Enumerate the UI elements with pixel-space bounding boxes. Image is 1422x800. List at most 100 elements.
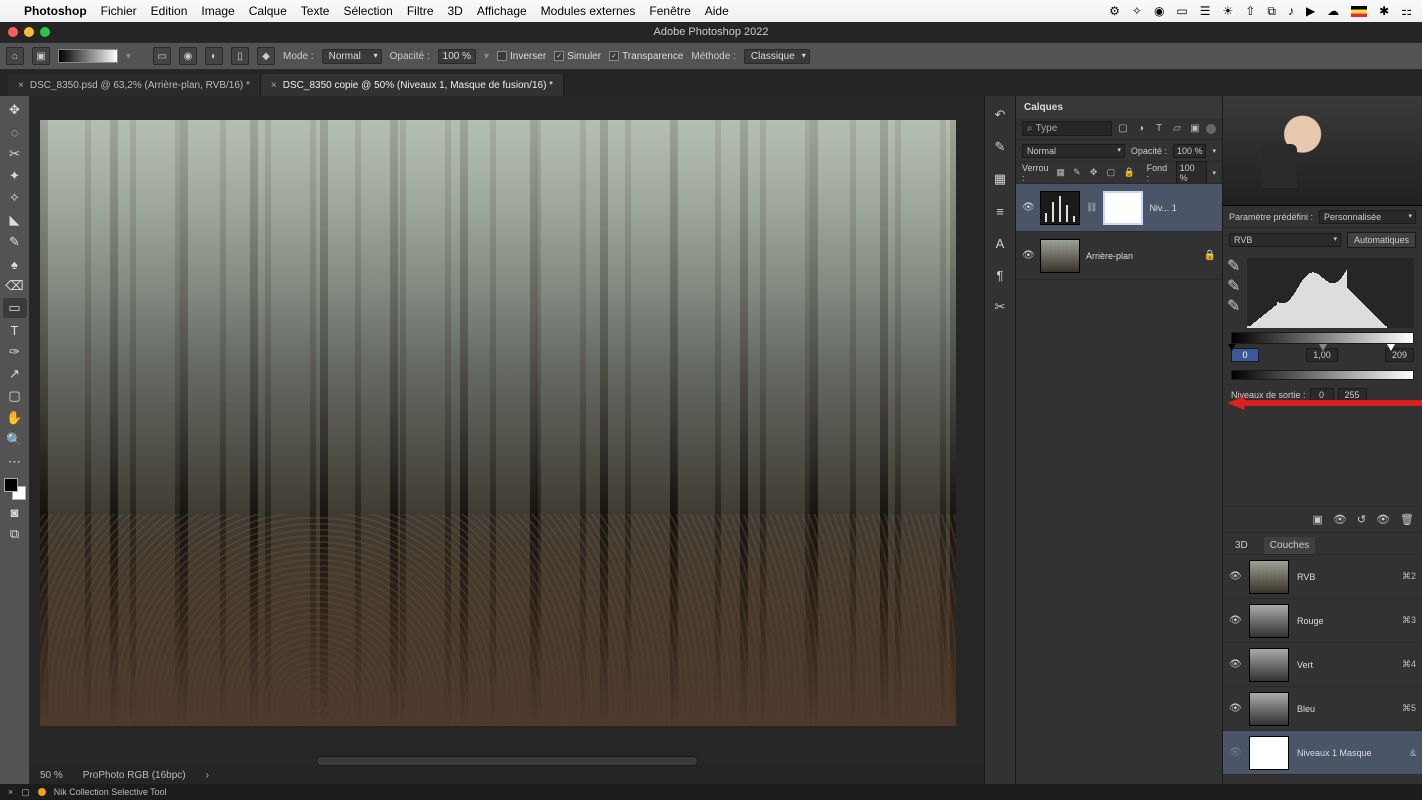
midtone-handle[interactable] (1319, 344, 1327, 351)
hand-tool-icon[interactable]: ✋ (3, 408, 27, 428)
eyedropper-tool-icon[interactable]: ◣ (3, 210, 27, 230)
zoom-tool-icon[interactable]: 🔍 (3, 430, 27, 450)
tab-3d[interactable]: 3D (1229, 537, 1254, 554)
channel-row[interactable]: 👁 Vert ⌘4 (1223, 643, 1422, 687)
visibility-icon[interactable]: 👁 (1022, 250, 1034, 262)
expand-icon[interactable]: ▢ (21, 787, 30, 798)
minimize-button[interactable] (24, 27, 34, 37)
tab-couches[interactable]: Couches (1264, 537, 1315, 554)
edit-toolbar-icon[interactable]: ⋯ (3, 452, 27, 472)
input-levels-slider[interactable] (1231, 332, 1414, 344)
filter-smart-icon[interactable]: ▣ (1188, 122, 1202, 136)
inverse-check[interactable]: Inverser (497, 51, 546, 62)
document-canvas[interactable] (40, 120, 956, 726)
document-tab[interactable]: ×DSC_8350.psd @ 63,2% (Arrière-plan, RVB… (8, 74, 261, 96)
tray-icon[interactable]: ⇧ (1245, 4, 1255, 18)
zoom-level[interactable]: 50 % (40, 770, 63, 781)
auto-button[interactable]: Automatiques (1347, 232, 1416, 248)
fg-bg-swatch[interactable] (4, 478, 26, 500)
tray-icon[interactable]: ☰ (1200, 4, 1211, 18)
tray-icon[interactable]: ✧ (1132, 4, 1142, 18)
actions-icon[interactable]: ✂ (991, 298, 1009, 316)
grad-angle-icon[interactable]: ◐ (205, 47, 223, 65)
gradient-tool-icon[interactable]: ▭ (3, 298, 27, 318)
clip-icon[interactable]: ▣ (1312, 513, 1322, 526)
highlight-handle[interactable] (1387, 344, 1395, 351)
visibility-icon[interactable]: 👁 (1229, 659, 1241, 671)
visibility-icon[interactable]: 👁 (1229, 747, 1241, 759)
grad-diamond-icon[interactable]: ◆ (257, 47, 275, 65)
toggle-visibility-icon[interactable]: 👁 (1376, 513, 1390, 526)
menu-calque[interactable]: Calque (249, 4, 287, 18)
filter-shape-icon[interactable]: ▱ (1170, 122, 1184, 136)
marquee-tool-icon[interactable]: ◌ (3, 122, 27, 142)
black-point-picker-icon[interactable]: ✎ (1227, 256, 1241, 270)
tray-icon[interactable]: ☁ (1327, 4, 1339, 18)
lock-all-icon[interactable]: 🔒 (1123, 167, 1134, 179)
tray-icon[interactable]: ▭ (1176, 4, 1187, 18)
layer-thumb[interactable] (1040, 239, 1080, 273)
opacity-value[interactable]: 100 % (1173, 144, 1207, 158)
character-icon[interactable]: A (991, 234, 1009, 252)
swatches-icon[interactable]: ▦ (991, 170, 1009, 188)
adjustment-thumb[interactable] (1040, 191, 1080, 225)
white-point-picker-icon[interactable]: ✎ (1227, 296, 1241, 310)
quickmask-icon[interactable]: ◙ (3, 502, 27, 522)
brush-tool-icon[interactable]: ✎ (3, 232, 27, 252)
tray-icon[interactable]: ⧉ (1267, 4, 1276, 19)
filter-type-icon[interactable]: T (1152, 122, 1166, 136)
chevron-right-icon[interactable]: › (206, 770, 209, 781)
menubar-app[interactable]: Photoshop (24, 4, 87, 18)
grad-linear-icon[interactable]: ▭ (153, 47, 171, 65)
gradient-tool-icon[interactable]: ▣ (32, 47, 50, 65)
mode-select[interactable]: Normal (322, 49, 382, 64)
layer-name[interactable]: Arrière-plan (1086, 251, 1133, 261)
control-center-icon[interactable]: ⚏ (1401, 4, 1412, 18)
menu-texte[interactable]: Texte (301, 4, 330, 18)
menu-affichage[interactable]: Affichage (477, 4, 527, 18)
document-tab[interactable]: ×DSC_8350 copie @ 50% (Niveaux 1, Masque… (261, 74, 564, 96)
layer-name[interactable]: Niv... 1 (1149, 203, 1176, 213)
bottom-tool-label[interactable]: Nik Collection Selective Tool (54, 787, 167, 797)
gradient-swatch[interactable] (58, 49, 118, 63)
menu-filtre[interactable]: Filtre (407, 4, 434, 18)
crop-tool-icon[interactable]: ✧ (3, 188, 27, 208)
visibility-icon[interactable]: 👁 (1229, 571, 1241, 583)
filter-toggle[interactable] (1206, 124, 1216, 134)
bluetooth-icon[interactable]: ✱ (1379, 4, 1389, 18)
wand-tool-icon[interactable]: ✦ (3, 166, 27, 186)
chevron-down-icon[interactable]: ▾ (1213, 169, 1217, 177)
path-tool-icon[interactable]: ↗ (3, 364, 27, 384)
properties-icon[interactable]: ≡ (991, 202, 1009, 220)
close-icon[interactable]: × (18, 80, 24, 91)
menu-fenetre[interactable]: Fenêtre (649, 4, 690, 18)
menu-aide[interactable]: Aide (705, 4, 729, 18)
flag-icon[interactable] (1351, 6, 1367, 17)
pen-tool-icon[interactable]: ✑ (3, 342, 27, 362)
channel-select[interactable]: RVB (1229, 233, 1341, 247)
visibility-icon[interactable]: 👁 (1022, 202, 1034, 214)
filter-pixel-icon[interactable]: ▢ (1116, 122, 1130, 136)
channel-row[interactable]: 👁 Bleu ⌘5 (1223, 687, 1422, 731)
chevron-down-icon[interactable]: ▾ (1212, 147, 1216, 155)
eraser-tool-icon[interactable]: ⌫ (3, 276, 27, 296)
menu-fichier[interactable]: Fichier (101, 4, 137, 18)
horizontal-scrollbar[interactable] (316, 756, 698, 766)
tray-icon[interactable]: ⚙ (1109, 4, 1120, 18)
rect-tool-icon[interactable]: ▢ (3, 386, 27, 406)
lock-transparency-icon[interactable]: ▦ (1056, 167, 1067, 179)
stamp-tool-icon[interactable]: ♠ (3, 254, 27, 274)
layer-row[interactable]: 👁 Arrière-plan 🔒 (1016, 232, 1222, 280)
layers-panel-title[interactable]: Calques (1016, 96, 1222, 118)
history-icon[interactable]: ↶ (991, 106, 1009, 124)
channel-row[interactable]: 👁 Rouge ⌘3 (1223, 599, 1422, 643)
opacity-value[interactable]: 100 % (438, 49, 476, 64)
grad-radial-icon[interactable]: ◉ (179, 47, 197, 65)
output-levels-slider[interactable] (1231, 370, 1414, 380)
tray-icon[interactable]: ◉ (1154, 4, 1164, 18)
grad-reflected-icon[interactable]: ▯ (231, 47, 249, 65)
canvas-area[interactable]: 50 % ProPhoto RGB (16bpc) › (30, 96, 984, 784)
transparency-check[interactable]: ✓Transparence (609, 51, 683, 62)
visibility-icon[interactable]: 👁 (1229, 703, 1241, 715)
lock-position-icon[interactable]: ✥ (1090, 167, 1101, 179)
